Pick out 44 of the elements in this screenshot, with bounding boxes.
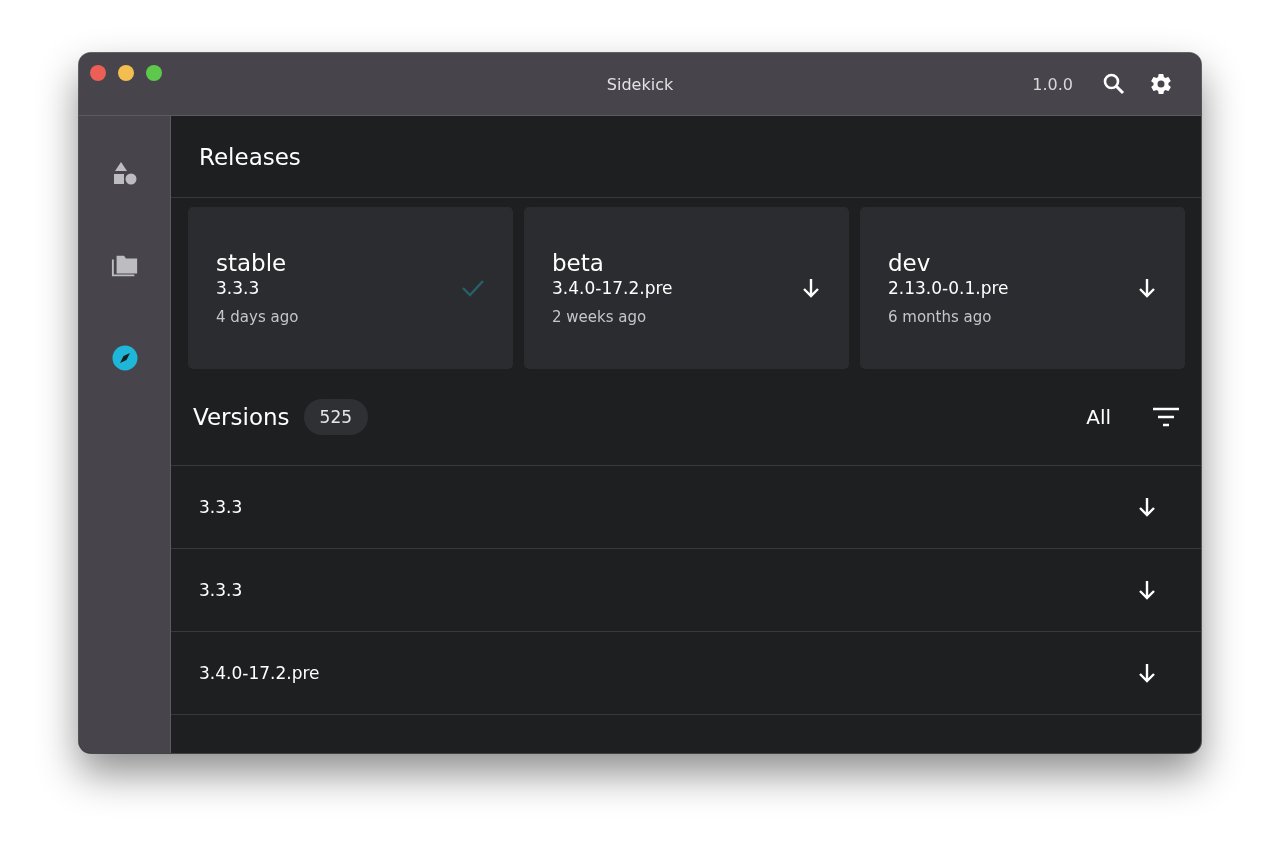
release-age: 4 days ago bbox=[216, 308, 300, 326]
arrow-down-icon bbox=[1137, 277, 1157, 299]
channel-name: stable bbox=[216, 250, 288, 276]
compass-icon bbox=[111, 345, 138, 371]
folders-icon bbox=[110, 253, 139, 279]
version-label: 1.0.0 bbox=[1032, 74, 1073, 94]
release-age: 2 weeks ago bbox=[552, 308, 648, 326]
settings-icon bbox=[1149, 72, 1173, 96]
filter-button[interactable] bbox=[1153, 407, 1179, 427]
minimize-button[interactable] bbox=[118, 65, 134, 81]
section-title: Releases bbox=[199, 143, 301, 170]
arrow-down-icon bbox=[801, 277, 821, 299]
version-text: 3.3.3 bbox=[199, 580, 244, 600]
version-row[interactable]: 3.3.3 bbox=[171, 466, 1201, 549]
window-title: Sidekick bbox=[606, 74, 674, 94]
release-age: 6 months ago bbox=[888, 308, 993, 326]
close-button[interactable] bbox=[90, 65, 106, 81]
arrow-down-icon bbox=[1137, 662, 1157, 684]
download-button[interactable] bbox=[1137, 496, 1157, 518]
arrow-down-icon bbox=[1137, 579, 1157, 601]
download-button[interactable] bbox=[801, 277, 821, 299]
count-badge: 525 bbox=[303, 399, 368, 435]
settings-button[interactable] bbox=[1149, 72, 1173, 96]
download-button[interactable] bbox=[1137, 662, 1157, 684]
download-button[interactable] bbox=[1137, 579, 1157, 601]
download-button[interactable] bbox=[1137, 277, 1157, 299]
search-button[interactable] bbox=[1103, 73, 1125, 95]
search-icon bbox=[1103, 73, 1125, 95]
channel-name: dev bbox=[888, 250, 932, 276]
filter-icon bbox=[1153, 407, 1179, 427]
shapes-icon bbox=[111, 161, 138, 187]
sidebar-item[interactable] bbox=[110, 344, 139, 372]
version-row[interactable]: 3.4.0-17.2.pre bbox=[171, 632, 1201, 715]
release-version: 3.3.3 bbox=[216, 278, 261, 298]
release-version: 2.13.0-0.1.pre bbox=[888, 278, 1010, 298]
version-row[interactable]: 3.3.3 bbox=[171, 549, 1201, 632]
channel-name: beta bbox=[552, 250, 605, 276]
release-version: 3.4.0-17.2.pre bbox=[552, 278, 674, 298]
section-title: Versions bbox=[193, 404, 290, 430]
version-text: 3.3.3 bbox=[199, 497, 244, 517]
zoom-button[interactable] bbox=[146, 65, 162, 81]
filter-dropdown[interactable]: All bbox=[1086, 405, 1111, 429]
arrow-down-icon bbox=[1137, 496, 1157, 518]
version-text: 3.4.0-17.2.pre bbox=[199, 663, 321, 683]
